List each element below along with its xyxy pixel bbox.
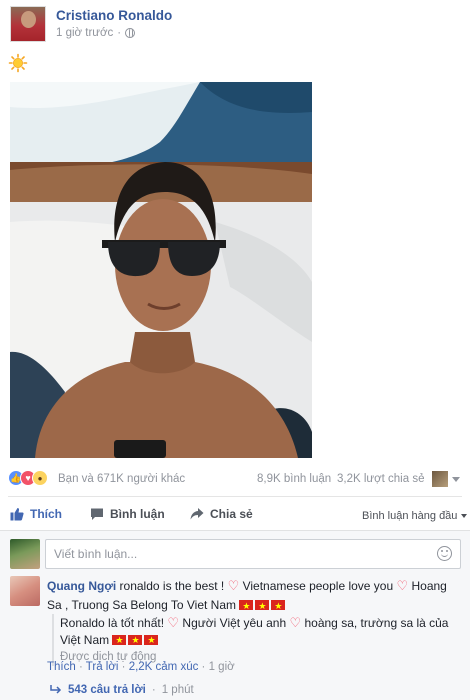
comment-text: Quang Ngợi ronaldo is the best ! ♡ Vietn…	[47, 576, 447, 616]
heart-icon: ♡	[167, 615, 180, 630]
heart-icon: ♡	[396, 578, 409, 593]
vietnam-flag-icon	[255, 597, 270, 616]
heart-icon: ♡	[289, 615, 302, 630]
commenter-name[interactable]: Quang Ngợi	[47, 579, 116, 593]
comment-time[interactable]: 1 giờ	[209, 661, 235, 673]
comment-input[interactable]: Viết bình luận...	[45, 539, 461, 569]
shares-count[interactable]: 3,2K lượt chia sẻ	[337, 473, 424, 485]
post-header: Cristiano Ronaldo 1 giờ trước ·	[0, 0, 470, 50]
chevron-down-icon	[461, 514, 468, 518]
comments-count[interactable]: 8,9K bình luận	[257, 473, 331, 485]
globe-icon	[125, 28, 136, 38]
smiley-icon[interactable]	[437, 546, 452, 561]
post-photo[interactable]	[10, 82, 312, 458]
comment-sort-dropdown[interactable]: Bình luận hàng đầu	[362, 510, 468, 522]
viewer-avatar[interactable]	[432, 471, 448, 487]
vietnam-flag-icon	[239, 597, 254, 616]
comment-reply-link[interactable]: Trả lời	[86, 661, 119, 673]
comment-reactions-link[interactable]: 2,2K cảm xúc	[129, 661, 199, 673]
post-actions: Thích Bình luận Chia sẻ Bình luận hàng đ…	[0, 500, 470, 528]
post-meta: 1 giờ trước ·	[56, 27, 136, 39]
vietnam-flag-icon	[112, 632, 127, 649]
comment-like-link[interactable]: Thích	[47, 661, 76, 673]
vietnam-flag-icon	[271, 597, 286, 616]
divider	[8, 496, 462, 497]
wow-reaction-icon: ●	[32, 470, 48, 486]
replies-count[interactable]: 543 câu trả lời	[68, 684, 146, 696]
like-button[interactable]: Thích	[10, 507, 62, 521]
vietnam-flag-icon	[128, 632, 143, 649]
translated-comment: Ronaldo là tốt nhất! ♡ Người Việt yêu an…	[52, 614, 457, 666]
vietnam-flag-icon	[144, 632, 159, 649]
share-arrow-icon	[190, 508, 204, 520]
post-stats: 👍 ♥ ● Bạn và 671K người khác 8,9K bình l…	[0, 468, 470, 492]
replies-time: 1 phút	[161, 684, 194, 696]
author-avatar[interactable]	[10, 6, 46, 42]
reply-arrow-icon	[50, 685, 62, 694]
comment-button[interactable]: Bình luận	[90, 507, 165, 521]
comment-input-placeholder: Viết bình luận...	[54, 547, 138, 561]
current-user-avatar[interactable]	[10, 539, 40, 569]
share-button[interactable]: Chia sẻ	[190, 507, 253, 521]
post-time[interactable]: 1 giờ trước	[56, 27, 113, 39]
share-label: Chia sẻ	[210, 507, 253, 521]
sort-label: Bình luận hàng đầu	[362, 510, 458, 522]
sun-icon	[8, 53, 28, 73]
author-name[interactable]: Cristiano Ronaldo	[56, 8, 172, 23]
heart-icon: ♡	[227, 578, 240, 593]
thumbs-up-icon	[10, 508, 24, 521]
comment-meta: Thích · Trả lời · 2,2K cảm xúc · 1 giờ	[47, 661, 235, 673]
comment-label: Bình luận	[110, 507, 165, 521]
comments-section: Viết bình luận... Quang Ngợi ronaldo is …	[0, 530, 470, 700]
commenter-avatar[interactable]	[10, 576, 40, 606]
comment-icon	[91, 508, 103, 520]
chevron-down-icon[interactable]	[452, 477, 460, 482]
like-label: Thích	[30, 507, 62, 521]
reactions-count[interactable]: Bạn và 671K người khác	[58, 473, 185, 485]
view-replies[interactable]: 543 câu trả lời · 1 phút	[50, 684, 194, 696]
reaction-icons[interactable]: 👍 ♥ ●	[8, 470, 48, 486]
